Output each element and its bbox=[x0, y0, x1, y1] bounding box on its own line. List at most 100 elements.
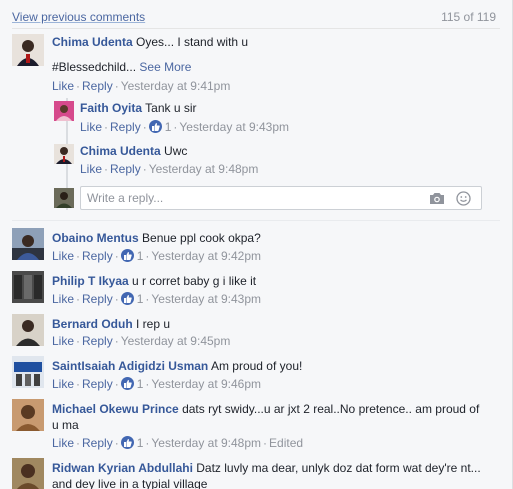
like-count: 1 bbox=[136, 377, 144, 391]
view-previous-comments-link[interactable]: View previous comments bbox=[12, 10, 145, 24]
reaction-count[interactable]: 1 bbox=[120, 377, 144, 391]
reply-link[interactable]: Reply bbox=[82, 377, 113, 391]
reply-link[interactable]: Reply bbox=[82, 249, 113, 263]
edited-label[interactable]: Edited bbox=[269, 436, 303, 450]
reply-composer[interactable] bbox=[80, 186, 482, 210]
like-thumb-icon bbox=[120, 436, 134, 449]
timestamp[interactable]: Yesterday at 9:43pm bbox=[179, 120, 289, 134]
comment-body: Obaino Mentus Benue ppl cook okpa? bbox=[52, 230, 492, 246]
hashtag-text: #Blessedchild... bbox=[52, 60, 137, 74]
avatar[interactable] bbox=[12, 356, 44, 388]
reply-link[interactable]: Reply bbox=[82, 436, 113, 450]
timestamp[interactable]: Yesterday at 9:43pm bbox=[151, 292, 261, 306]
reaction-count[interactable]: 1 bbox=[120, 249, 143, 263]
like-link[interactable]: Like bbox=[80, 120, 102, 134]
separator: · bbox=[76, 79, 81, 93]
comment-author[interactable]: Michael Okewu Prince bbox=[52, 402, 179, 416]
comment-count: 115 of 119 bbox=[441, 10, 496, 24]
comment-author[interactable]: Ridwan Kyrian Abdullahi bbox=[52, 461, 193, 475]
like-thumb-icon bbox=[120, 377, 134, 390]
separator: · bbox=[114, 292, 119, 306]
camera-icon[interactable] bbox=[429, 192, 445, 208]
separator: · bbox=[145, 292, 150, 306]
like-link[interactable]: Like bbox=[80, 162, 102, 176]
like-link[interactable]: Like bbox=[52, 249, 74, 263]
avatar[interactable] bbox=[12, 228, 44, 260]
separator: · bbox=[145, 249, 150, 263]
comment-author[interactable]: SaintIsaiah Adigidzi Usman bbox=[52, 359, 208, 373]
like-thumb-icon bbox=[120, 292, 134, 305]
separator: · bbox=[76, 334, 81, 348]
like-thumb-icon bbox=[148, 120, 162, 133]
separator: · bbox=[142, 120, 147, 134]
comments-header: View previous comments 115 of 119 bbox=[12, 10, 496, 28]
comment-body: SaintIsaiah Adigidzi Usman Am proud of y… bbox=[52, 358, 492, 374]
comment-body: Chima Udenta Oyes... I stand with u bbox=[52, 34, 492, 50]
reaction-count[interactable]: 1 bbox=[148, 120, 172, 134]
like-count: 1 bbox=[136, 292, 144, 306]
avatar[interactable] bbox=[54, 101, 74, 121]
avatar[interactable] bbox=[12, 458, 44, 489]
avatar[interactable] bbox=[12, 314, 44, 346]
smiley-icon[interactable] bbox=[456, 191, 471, 209]
timestamp[interactable]: Yesterday at 9:45pm bbox=[121, 334, 231, 348]
comment-body: Michael Okewu Prince dats ryt swidy...u … bbox=[52, 401, 492, 417]
reply-text: Uwc bbox=[164, 144, 188, 158]
timestamp[interactable]: Yesterday at 9:48pm bbox=[149, 162, 259, 176]
avatar-image bbox=[12, 271, 44, 303]
like-link[interactable]: Like bbox=[52, 79, 74, 93]
separator: · bbox=[142, 162, 147, 176]
like-count: 1 bbox=[164, 120, 172, 134]
timestamp[interactable]: Yesterday at 9:46pm bbox=[151, 377, 261, 391]
reply-link[interactable]: Reply bbox=[82, 79, 113, 93]
avatar[interactable] bbox=[54, 144, 74, 164]
separator: · bbox=[76, 249, 81, 263]
avatar-image bbox=[12, 458, 44, 489]
reply-input[interactable] bbox=[87, 190, 417, 206]
current-user-avatar bbox=[54, 188, 74, 208]
reply-author[interactable]: Chima Udenta bbox=[80, 144, 161, 158]
like-link[interactable]: Like bbox=[52, 377, 74, 391]
avatar[interactable] bbox=[12, 399, 44, 431]
reply-link[interactable]: Reply bbox=[82, 292, 113, 306]
separator: · bbox=[114, 79, 119, 93]
avatar[interactable] bbox=[12, 34, 44, 66]
reply-link[interactable]: Reply bbox=[110, 120, 141, 134]
comments-panel: View previous comments 115 of 119 Chima … bbox=[0, 0, 513, 489]
comment-text: dats ryt swidy...u ar jxt 2 real..No pre… bbox=[182, 402, 480, 416]
comment-author[interactable]: Bernard Oduh bbox=[52, 317, 133, 331]
separator: · bbox=[114, 249, 119, 263]
comment-body: Ridwan Kyrian Abdullahi Datz luvly ma de… bbox=[52, 460, 492, 476]
like-link[interactable]: Like bbox=[52, 436, 74, 450]
timestamp[interactable]: Yesterday at 9:42pm bbox=[151, 249, 261, 263]
avatar-image bbox=[54, 144, 74, 164]
reply-link[interactable]: Reply bbox=[110, 162, 141, 176]
comment-text: Datz luvly ma dear, unlyk doz dat form w… bbox=[196, 461, 481, 475]
avatar-image bbox=[12, 228, 44, 260]
reply-body: Chima Udenta Uwc bbox=[80, 143, 480, 159]
reply-body: Faith Oyita Tank u sir bbox=[80, 100, 480, 116]
reply-text: Tank u sir bbox=[145, 101, 197, 115]
avatar[interactable] bbox=[12, 271, 44, 303]
reaction-count[interactable]: 1 bbox=[120, 292, 144, 306]
separator: · bbox=[114, 436, 119, 450]
like-link[interactable]: Like bbox=[52, 334, 74, 348]
reply-author[interactable]: Faith Oyita bbox=[80, 101, 142, 115]
comment-author[interactable]: Philip T Ikyaa bbox=[52, 274, 129, 288]
like-link[interactable]: Like bbox=[52, 292, 74, 306]
comment-text-line2: u ma bbox=[52, 418, 79, 432]
reply-actions: Like · Reply · 1 · Yesterday at 9:43pm bbox=[80, 120, 289, 134]
comment-author[interactable]: Chima Udenta bbox=[52, 35, 133, 49]
reply-link[interactable]: Reply bbox=[82, 334, 113, 348]
comment-text-continued: and dey live in a typial village bbox=[52, 476, 492, 489]
see-more-link[interactable]: See More bbox=[139, 60, 191, 74]
comment-text-more: #Blessedchild... See More bbox=[52, 59, 492, 75]
avatar-image bbox=[12, 34, 44, 66]
comment-author[interactable]: Obaino Mentus bbox=[52, 231, 139, 245]
comment-text: Am proud of you! bbox=[210, 359, 303, 373]
comment-actions: Like · Reply · 1 · Yesterday at 9:46pm bbox=[52, 377, 261, 391]
comment-body: Bernard Oduh I rep u bbox=[52, 316, 492, 332]
reaction-count[interactable]: 1 bbox=[120, 436, 143, 450]
timestamp[interactable]: Yesterday at 9:48pm bbox=[151, 436, 261, 450]
timestamp[interactable]: Yesterday at 9:41pm bbox=[121, 79, 231, 93]
